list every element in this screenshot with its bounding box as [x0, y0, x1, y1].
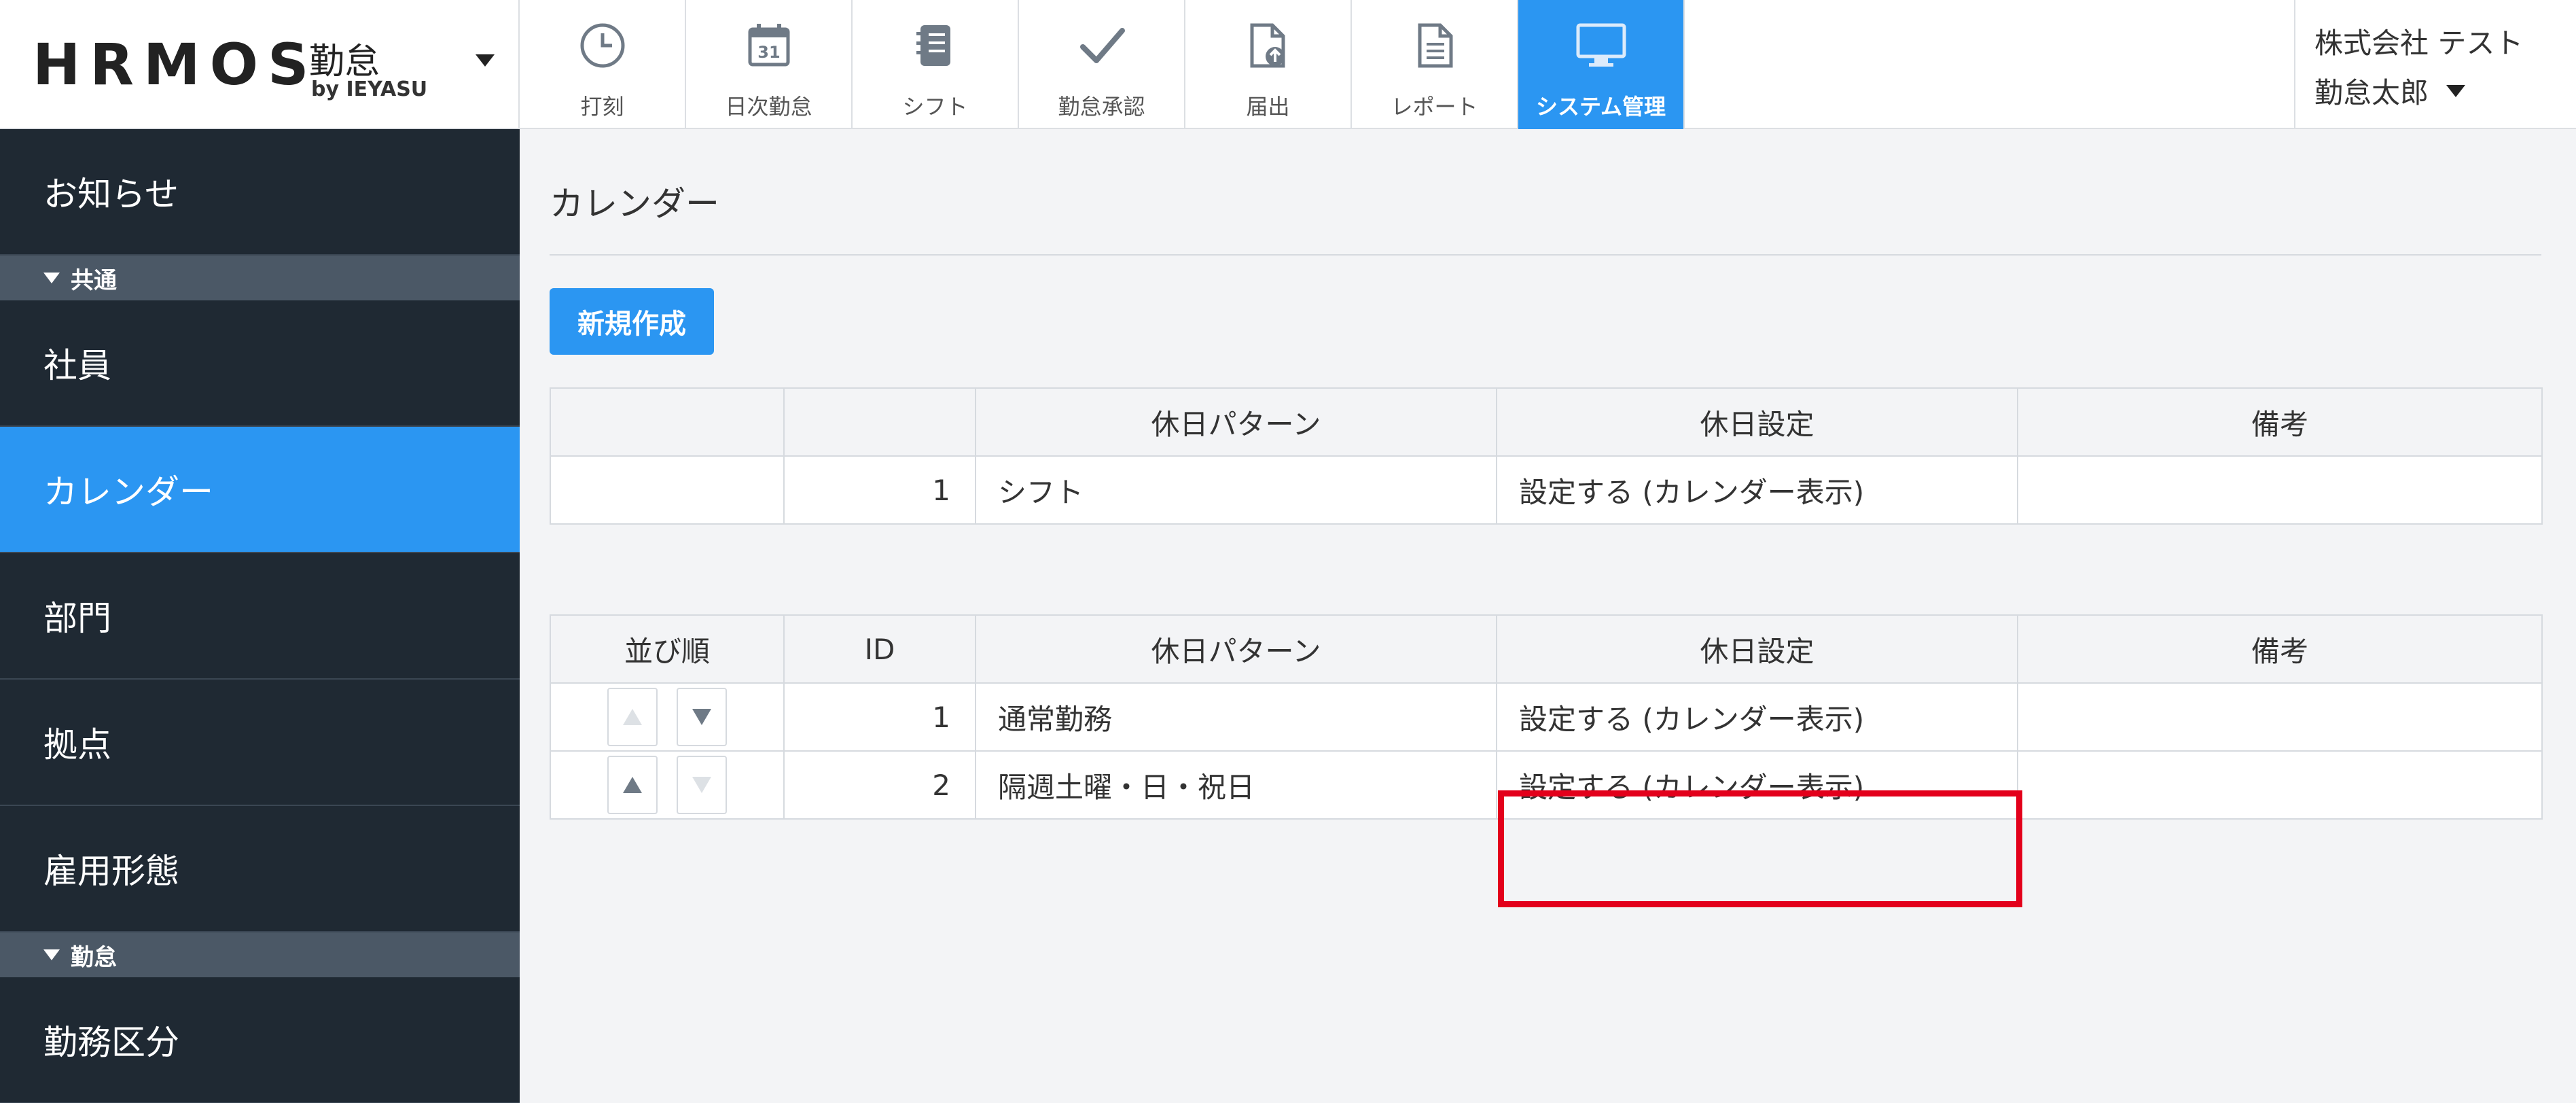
- nav-label: レポート: [1391, 94, 1478, 120]
- table-header-row: 休日パターン 休日設定 備考: [550, 387, 2543, 457]
- arrow-up-icon: [623, 709, 642, 725]
- triangle-down-icon: [43, 949, 60, 960]
- nav-request[interactable]: 届出: [1185, 0, 1352, 129]
- column-header-sort-order: 並び順: [550, 614, 785, 684]
- column-header-note: 備考: [2017, 614, 2543, 684]
- sort-controls: [551, 684, 783, 750]
- sidebar-group-common[interactable]: 共通: [0, 256, 520, 300]
- arrow-up-icon: [623, 777, 642, 793]
- monitor-icon: [1571, 15, 1632, 76]
- holiday-pattern-link[interactable]: 隔週土曜・日・祝日: [975, 750, 1497, 820]
- nav-label: 打刻: [580, 94, 624, 120]
- product-switcher[interactable]: HRMOS 勤怠 by IEYASU: [0, 0, 520, 129]
- nav-approval[interactable]: 勤怠承認: [1019, 0, 1185, 129]
- table-header-row: 並び順 ID 休日パターン 休日設定 備考: [550, 614, 2543, 684]
- table-row: 1 シフト 設定する (カレンダー表示): [550, 455, 2543, 525]
- new-create-button[interactable]: 新規作成: [550, 288, 714, 355]
- column-header-holiday-pattern: 休日パターン: [975, 614, 1497, 684]
- user-name[interactable]: 勤怠太郎: [2314, 70, 2576, 111]
- note-cell: [2017, 750, 2543, 820]
- nav-system-admin[interactable]: システム管理: [1518, 0, 1685, 129]
- nav-report[interactable]: レポート: [1352, 0, 1518, 129]
- column-header-note: 備考: [2017, 387, 2543, 457]
- user-name-label: 勤怠太郎: [2314, 76, 2429, 109]
- note-cell: [2017, 455, 2543, 525]
- top-header: HRMOS 勤怠 by IEYASU 打刻 31 日次勤怠 シフト 勤怠承認 届…: [0, 0, 2576, 129]
- table-row: 2 隔週土曜・日・祝日 設定する (カレンダー表示): [550, 750, 2543, 820]
- move-up-button[interactable]: [607, 756, 658, 814]
- id-cell: 1: [783, 455, 976, 525]
- table-row: 1 通常勤務 設定する (カレンダー表示): [550, 682, 2543, 752]
- nav-label: シフト: [902, 94, 968, 120]
- column-header-id: ID: [783, 614, 976, 684]
- chevron-down-icon[interactable]: [476, 54, 495, 67]
- calendar-icon: 31: [738, 15, 800, 76]
- sidebar-group-kintai[interactable]: 勤怠: [0, 932, 520, 977]
- nav-shift[interactable]: シフト: [853, 0, 1019, 129]
- column-header: [550, 387, 785, 457]
- id-cell: 1: [783, 682, 976, 752]
- sidebar-group-label: 共通: [71, 266, 117, 294]
- holiday-pattern-link[interactable]: 通常勤務: [975, 682, 1497, 752]
- nav-label: 勤怠承認: [1058, 94, 1145, 120]
- user-menu[interactable]: 株式会社 テスト 勤怠太郎: [2294, 0, 2576, 129]
- note-cell: [2017, 682, 2543, 752]
- clock-icon: [572, 15, 633, 76]
- sidebar-item-location[interactable]: 拠点: [0, 680, 520, 806]
- arrow-down-icon: [692, 777, 711, 793]
- check-icon: [1071, 15, 1132, 76]
- sidebar-item-calendar[interactable]: カレンダー: [0, 427, 520, 553]
- caret-down-icon[interactable]: [2446, 84, 2466, 97]
- calendar-table: 並び順 ID 休日パターン 休日設定 備考 1 通常勤務 設定する (カレンダー…: [550, 614, 2543, 820]
- user-company: 株式会社 テスト: [2314, 27, 2524, 60]
- sidebar-item-notice[interactable]: お知らせ: [0, 129, 520, 256]
- nav-daily-attendance[interactable]: 31 日次勤怠: [686, 0, 853, 129]
- move-up-button[interactable]: [607, 688, 658, 746]
- sort-cell: [550, 455, 785, 525]
- logo: HRMOS: [33, 31, 319, 98]
- column-header-holiday-setting: 休日設定: [1496, 387, 2018, 457]
- document-icon: [1404, 15, 1465, 76]
- arrow-down-icon: [692, 709, 711, 725]
- sort-cell: [550, 682, 785, 752]
- divider: [550, 254, 2541, 256]
- notebook-icon: [905, 15, 966, 76]
- sort-controls: [551, 752, 783, 818]
- sidebar-item-employee[interactable]: 社員: [0, 300, 520, 427]
- main-nav: 打刻 31 日次勤怠 シフト 勤怠承認 届出 レポート システム管理: [520, 0, 1685, 129]
- id-cell: 2: [783, 750, 976, 820]
- move-down-button[interactable]: [677, 756, 727, 814]
- nav-stamp[interactable]: 打刻: [520, 0, 686, 129]
- holiday-setting-link[interactable]: 設定する (カレンダー表示): [1496, 455, 2018, 525]
- holiday-setting-link[interactable]: 設定する (カレンダー表示): [1496, 682, 2018, 752]
- sidebar-item-employment-type[interactable]: 雇用形態: [0, 806, 520, 932]
- logo-product-name: 勤怠: [309, 41, 380, 82]
- column-header-holiday-setting: 休日設定: [1496, 614, 2018, 684]
- svg-text:31: 31: [757, 43, 780, 62]
- sidebar-group-label: 勤怠: [71, 943, 117, 971]
- nav-label: 日次勤怠: [725, 94, 812, 120]
- column-header-holiday-pattern: 休日パターン: [975, 387, 1497, 457]
- holiday-pattern-link[interactable]: シフト: [975, 455, 1497, 525]
- main-content: カレンダー 新規作成 休日パターン 休日設定 備考 1 シフト 設定する (カレ…: [520, 129, 2576, 1103]
- nav-label: 届出: [1246, 94, 1290, 120]
- sort-cell: [550, 750, 785, 820]
- sidebar-item-department[interactable]: 部門: [0, 553, 520, 680]
- column-header: [783, 387, 976, 457]
- logo-byline: by IEYASU: [311, 77, 428, 101]
- page-title: カレンダー: [550, 184, 719, 224]
- holiday-setting-link[interactable]: 設定する (カレンダー表示): [1496, 750, 2018, 820]
- move-down-button[interactable]: [677, 688, 727, 746]
- calendar-table-special: 休日パターン 休日設定 備考 1 シフト 設定する (カレンダー表示): [550, 387, 2543, 525]
- nav-label: システム管理: [1535, 94, 1666, 120]
- sidebar: お知らせ 共通 社員 カレンダー 部門 拠点 雇用形態 勤怠 勤務区分: [0, 129, 520, 1103]
- triangle-down-icon: [43, 273, 60, 283]
- document-upload-icon: [1238, 15, 1299, 76]
- sidebar-item-work-category[interactable]: 勤務区分: [0, 977, 520, 1103]
